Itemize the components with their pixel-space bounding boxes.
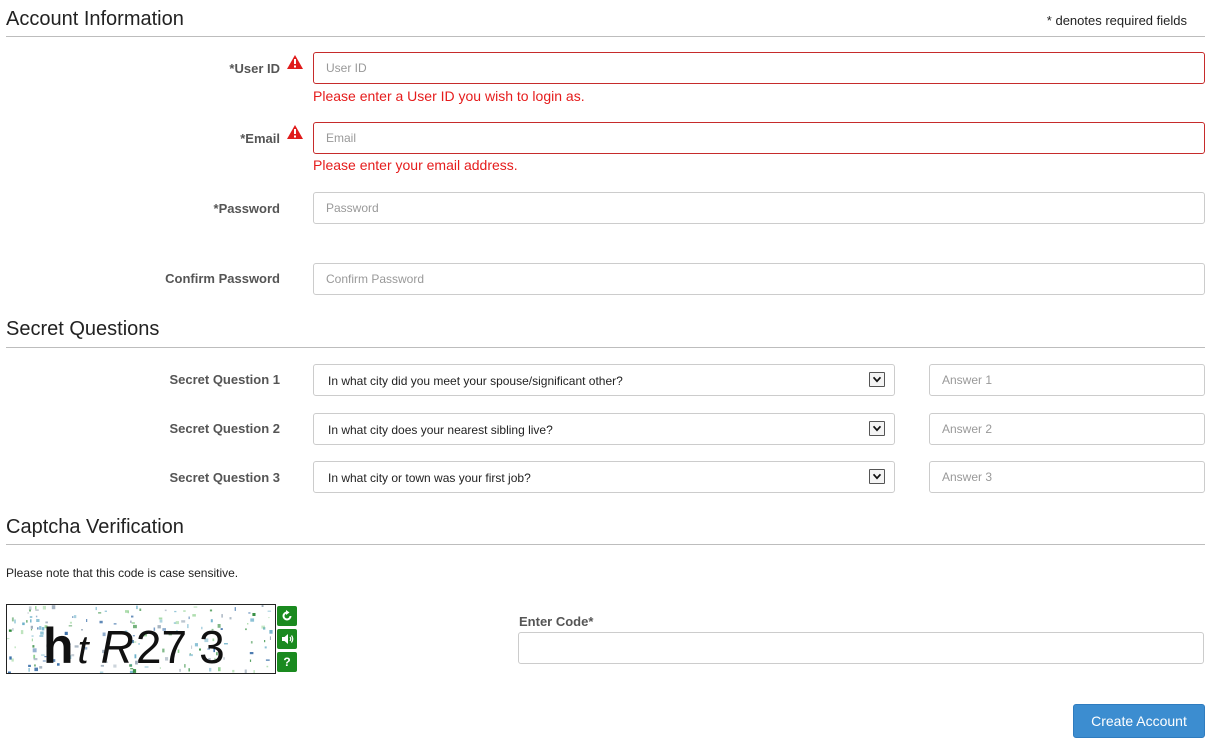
captcha-section-header: Captcha Verification (6, 514, 1205, 545)
secret-question-2-value: In what city does your nearest sibling l… (328, 423, 553, 437)
secret-section-header: Secret Questions (6, 316, 1205, 348)
password-input[interactable] (313, 192, 1205, 224)
refresh-icon (282, 610, 292, 621)
captcha-image: h t R27 3 (6, 604, 276, 674)
secret-question-2-label: Secret Question 2 (169, 421, 280, 436)
user-id-error: Please enter a User ID you wish to login… (313, 88, 585, 104)
answer-2-input[interactable] (929, 413, 1205, 445)
secret-question-1-value: In what city did you meet your spouse/si… (328, 374, 623, 388)
account-section-header: Account Information * denotes required f… (6, 6, 1205, 37)
email-label: *Email (240, 131, 280, 146)
email-alert-icon (287, 125, 303, 139)
secret-question-1-label: Secret Question 1 (169, 372, 280, 387)
chevron-down-icon (869, 421, 885, 436)
answer-1-input[interactable] (929, 364, 1205, 396)
password-label: *Password (213, 201, 280, 216)
captcha-noise: h t R27 3 (7, 605, 273, 673)
secret-question-3-select[interactable]: In what city or town was your first job? (313, 461, 895, 493)
chevron-down-icon (869, 469, 885, 484)
email-input[interactable] (313, 122, 1205, 154)
chevron-down-icon (869, 372, 885, 387)
captcha-note: Please note that this code is case sensi… (6, 566, 239, 580)
answer-3-input[interactable] (929, 461, 1205, 493)
secret-question-1-select[interactable]: In what city did you meet your spouse/si… (313, 364, 895, 396)
user-id-alert-icon (287, 55, 303, 69)
account-section-title: Account Information (6, 8, 184, 30)
required-fields-note: * denotes required fields (1046, 13, 1187, 28)
audio-icon (281, 634, 293, 644)
secret-section-title: Secret Questions (6, 318, 160, 340)
confirm-password-label: Confirm Password (165, 271, 280, 286)
captcha-audio-button[interactable] (277, 629, 297, 649)
captcha-code-input[interactable] (518, 632, 1204, 664)
user-id-label: *User ID (229, 61, 280, 76)
help-icon: ? (283, 655, 291, 669)
email-error: Please enter your email address. (313, 157, 518, 173)
secret-question-3-label: Secret Question 3 (169, 470, 280, 485)
captcha-section-title: Captcha Verification (6, 516, 184, 538)
create-account-button[interactable]: Create Account (1073, 704, 1205, 738)
captcha-refresh-button[interactable] (277, 606, 297, 626)
captcha-help-button[interactable]: ? (277, 652, 297, 672)
user-id-input[interactable] (313, 52, 1205, 84)
confirm-password-input[interactable] (313, 263, 1205, 295)
enter-code-label: Enter Code* (519, 614, 594, 629)
secret-question-3-value: In what city or town was your first job? (328, 471, 531, 485)
secret-question-2-select[interactable]: In what city does your nearest sibling l… (313, 413, 895, 445)
